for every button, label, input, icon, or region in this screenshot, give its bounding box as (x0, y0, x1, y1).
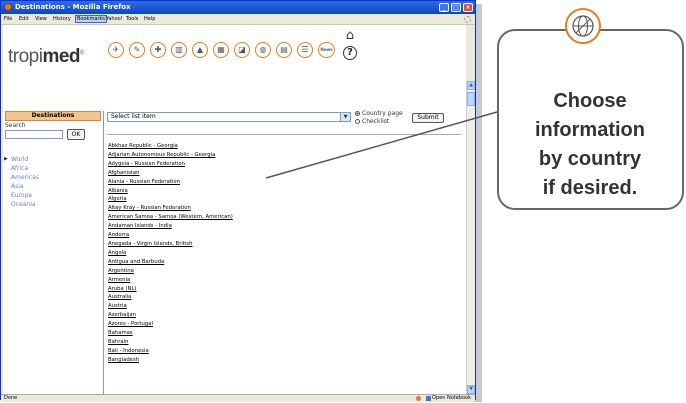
globe-icon (565, 8, 601, 44)
callout-text: Choose information by country if desired… (535, 90, 645, 199)
